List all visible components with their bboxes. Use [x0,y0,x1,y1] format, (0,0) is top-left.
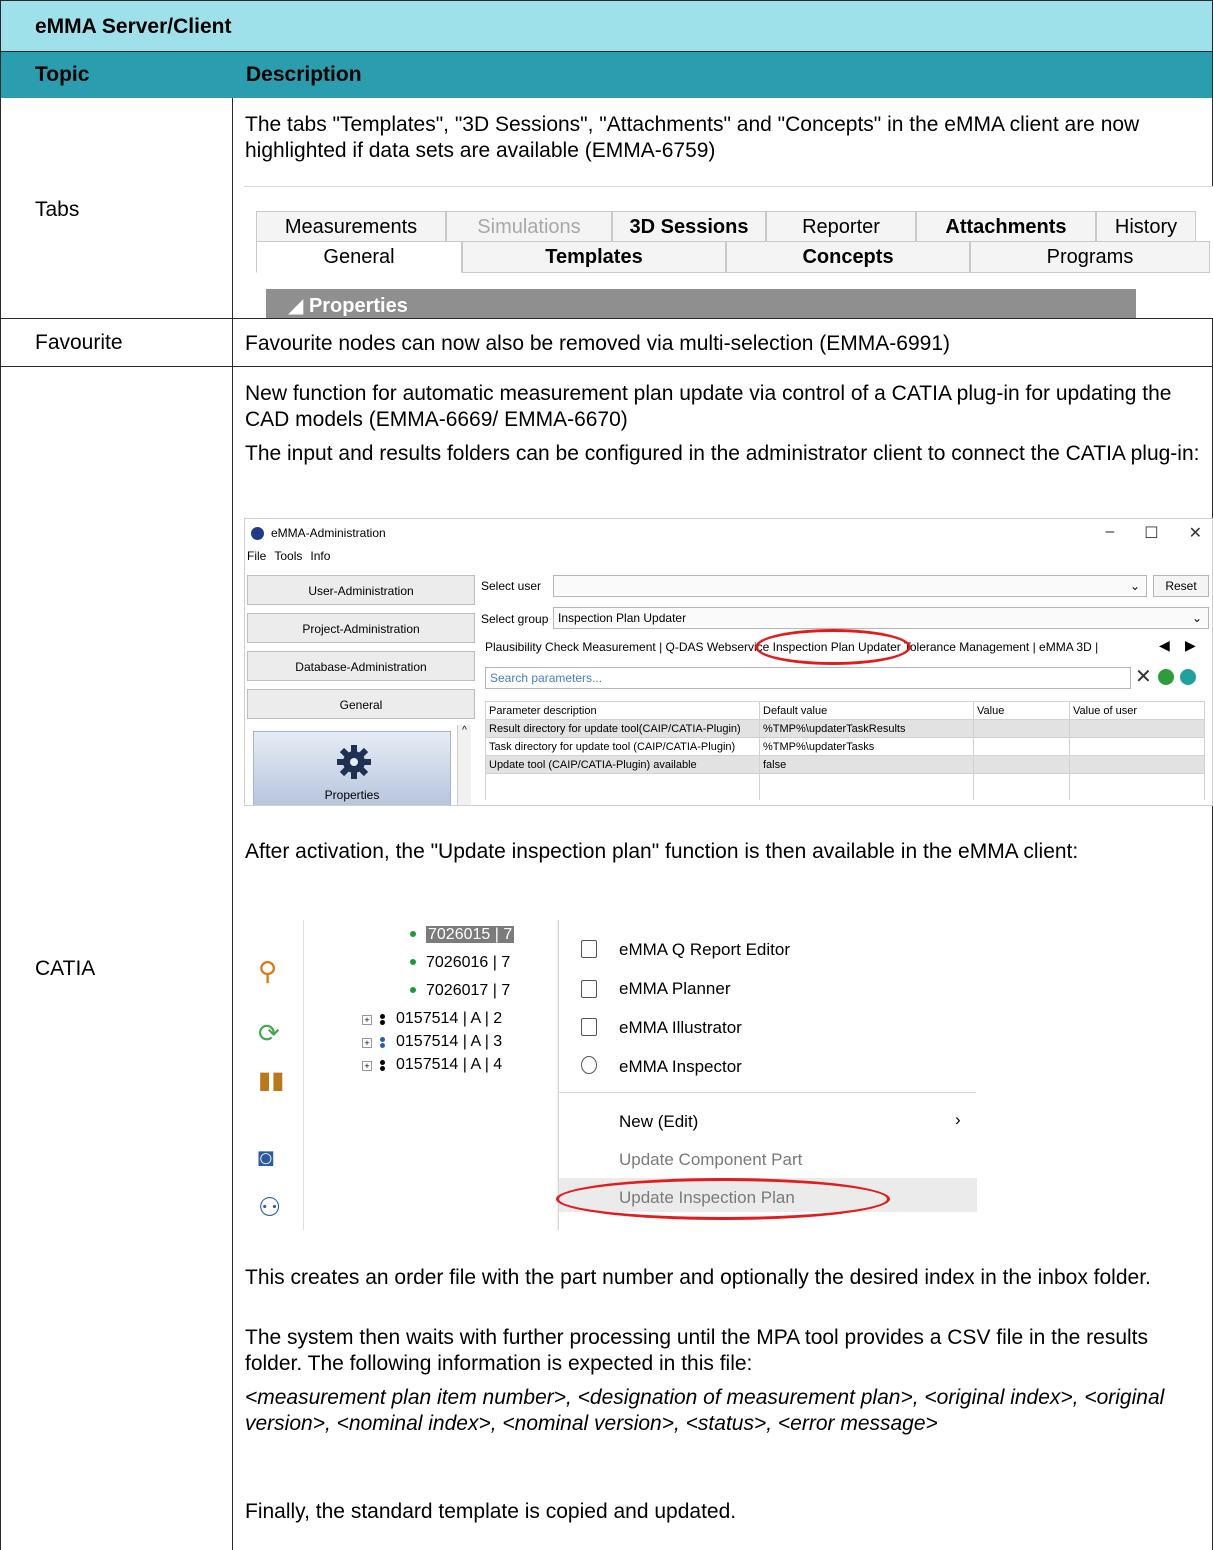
select-group-dropdown[interactable]: Inspection Plan Updater ⌄ [553,607,1209,629]
menu-item-illustrator[interactable]: eMMA Illustrator [619,1018,742,1038]
description-catia-p3: After activation, the "Update inspection… [245,840,1079,863]
admin-window-screenshot: eMMA-Administration – ☐ ✕ File Tools Inf… [244,518,1213,806]
highlight-ellipse [755,629,911,665]
nav-project-administration[interactable]: Project-Administration [247,613,475,643]
description-catia-p2: The input and results folders can be con… [245,442,1200,465]
description-favourite: Favourite nodes can now also be removed … [245,332,950,355]
planner-icon [581,980,597,998]
tree-node[interactable]: +0157514 | A | 2 [362,1010,502,1028]
search-input[interactable]: Search parameters... [485,667,1131,689]
report-editor-icon [581,940,597,958]
tab-programs[interactable]: Programs [970,241,1210,273]
description-catia-p7: Finally, the standard template is copied… [245,1500,737,1523]
table-row[interactable]: Update tool (CAIP/CATIA-Plugin) availabl… [485,755,1205,774]
tree-node[interactable]: 7026017 | 7 [410,982,510,1000]
highlight-ellipse [556,1178,890,1220]
tab-reporter[interactable]: Reporter [766,211,916,243]
window-title: eMMA-Administration [271,526,386,540]
scroll-left-icon[interactable]: ◀ [1159,637,1170,654]
tab-simulations[interactable]: Simulations [446,211,612,243]
table-row[interactable]: Result directory for update tool(CAIP/CA… [485,719,1205,738]
report-icon[interactable]: ⚇ [258,1192,281,1223]
pause-icon[interactable] [1179,669,1196,685]
properties-tile[interactable]: Properties [253,731,451,805]
column-header[interactable]: Default value [759,701,974,720]
tab-3d-sessions[interactable]: 3D Sessions [612,211,766,243]
menu-item-q-report-editor[interactable]: eMMA Q Report Editor [619,940,790,960]
parameter-table: Parameter description Default value Valu… [485,701,1205,800]
properties-panel-header[interactable]: ◢ Properties [266,289,1136,318]
tab-concepts[interactable]: Concepts [726,241,970,273]
clear-search-icon[interactable]: ✕ [1135,667,1152,687]
description-catia-p5: The system then waits with further proce… [245,1326,1149,1375]
minimize-icon[interactable]: – [1105,523,1114,543]
tab-general[interactable]: General [256,241,462,273]
chart-icon[interactable]: ▮▮ [258,1066,284,1095]
topic-catia: CATIA [35,957,96,980]
menu-bar: File Tools Info [247,549,330,563]
inspect-icon[interactable]: ◙ [258,1142,274,1173]
gear-icon [337,745,371,779]
chevron-right-icon: › [955,1110,961,1129]
menu-item-update-component-part[interactable]: Update Component Part [619,1150,802,1170]
column-header[interactable]: Value [973,701,1070,720]
chevron-down-icon: ⌄ [1191,611,1202,625]
refresh-icon[interactable]: ⟳ [258,1018,280,1049]
tree-node[interactable]: +0157514 | A | 4 [362,1056,502,1074]
scroll-right-icon[interactable]: ▶ [1185,637,1196,654]
menu-item-planner[interactable]: eMMA Planner [619,979,731,999]
table-row[interactable]: Task directory for update tool (CAIP/CAT… [485,737,1205,756]
select-user-dropdown[interactable]: ⌄ [553,575,1147,597]
nav-scrollbar[interactable]: ^ [457,725,471,805]
menu-item-inspector[interactable]: eMMA Inspector [619,1057,742,1077]
menu-item-new-edit[interactable]: New (Edit) [619,1112,698,1132]
tree-node[interactable]: 7026015 | 7 [410,926,515,944]
nav-user-administration[interactable]: User-Administration [247,575,475,605]
search-icon[interactable]: ⚲ [258,956,277,987]
select-user-label: Select user [481,579,542,593]
description-catia-p4: This creates an order file with the part… [245,1266,1151,1289]
properties-tile-label: Properties [324,788,380,802]
select-group-label: Select group [481,612,549,626]
topic-favourite: Favourite [35,331,123,354]
table-row: Favourite Favourite nodes can now also b… [0,319,1213,367]
maximize-icon[interactable]: ☐ [1144,523,1158,543]
description-tabs: The tabs "Templates", "3D Sessions", "At… [245,113,1140,162]
release-notes-table: eMMA Server/Client Topic Description Tab… [0,0,1213,1550]
tree-node[interactable]: 7026016 | 7 [410,954,510,972]
menu-tools[interactable]: Tools [274,549,302,563]
tab-attachments[interactable]: Attachments [916,211,1096,243]
left-toolbar: ⚲ ⟳ ▮▮ ◙ ⚇ [244,920,304,1230]
tab-templates[interactable]: Templates [462,241,726,273]
header-description: Description [246,63,362,86]
tab-measurements[interactable]: Measurements [256,211,446,243]
client-context-menu-screenshot: ⚲ ⟳ ▮▮ ◙ ⚇ 7026015 | 7 7026016 | 7 70260… [244,920,978,1230]
close-icon[interactable]: ✕ [1189,523,1202,543]
tree-node[interactable]: +0157514 | A | 3 [362,1033,502,1051]
database-icon[interactable] [1157,669,1174,685]
illustrator-icon [581,1018,597,1036]
table-title: eMMA Server/Client [0,0,1213,52]
menu-file[interactable]: File [247,549,266,563]
topic-tabs: Tabs [35,198,80,221]
tab-history[interactable]: History [1096,211,1196,243]
column-header[interactable]: Parameter description [485,701,760,720]
nav-general[interactable]: General [247,689,475,719]
column-header[interactable]: Value of user [1069,701,1205,720]
tabs-screenshot: Measurements Simulations 3D Sessions Rep… [244,186,1213,318]
nav-database-administration[interactable]: Database-Administration [247,651,475,681]
description-catia-p6: <measurement plan item number>, <designa… [245,1386,1165,1435]
header-topic: Topic [35,63,90,86]
menu-info[interactable]: Info [310,549,330,563]
table-header: Topic Description [0,52,1213,98]
reset-button[interactable]: Reset [1153,575,1209,597]
window-controls: – ☐ ✕ [1105,523,1202,543]
chevron-down-icon: ⌄ [1129,579,1140,593]
inspector-icon [581,1056,597,1074]
description-catia-p1: New function for automatic measurement p… [245,382,1172,431]
